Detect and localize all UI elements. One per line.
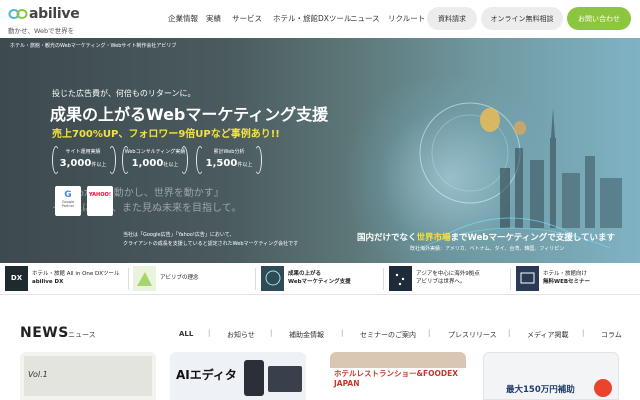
hero-global-countries: 既社海外実績：アメリカ、ベトナム、タイ、台湾、韓国、フィリピン bbox=[410, 246, 565, 252]
stat-web-consulting: Webコンサルティング実績 1,000社以上 bbox=[124, 148, 186, 169]
feature-text: 成果の上がる Webマーケティング支援 bbox=[288, 271, 351, 285]
hero-title: 成果の上がるWebマーケティング支援 bbox=[50, 105, 329, 124]
laurel-icon bbox=[108, 146, 116, 174]
hero-lead: 投じた広告費が、何倍ものリターンに。 bbox=[52, 89, 196, 98]
filter-divider: | bbox=[208, 329, 211, 337]
seminar-thumb-icon bbox=[516, 266, 539, 291]
stat-value: 1,500件以上 bbox=[205, 158, 253, 169]
filter-notice[interactable]: お知らせ bbox=[227, 330, 255, 340]
feature-text: アビリブの理念 bbox=[160, 275, 199, 281]
google-partner-badge: G Google Partner bbox=[55, 186, 81, 216]
feature-divider bbox=[383, 268, 384, 290]
filter-divider: | bbox=[270, 329, 273, 337]
google-g-icon: G bbox=[64, 190, 72, 200]
badge-icon bbox=[594, 379, 612, 397]
feature-divider bbox=[255, 268, 256, 290]
filter-all[interactable]: ALL bbox=[179, 330, 193, 338]
filter-divider: | bbox=[508, 329, 511, 337]
news-subheading: ニュース bbox=[68, 331, 96, 339]
feature-divider bbox=[128, 268, 129, 290]
phone-icon bbox=[244, 360, 264, 396]
hero-global-message: 国内だけでなく世界市場までWebマーケティングで支援しています bbox=[357, 233, 616, 243]
stat-value: 1,000社以上 bbox=[131, 158, 179, 169]
nav-news[interactable]: ニュース bbox=[350, 13, 380, 24]
web-marketing-thumb-icon bbox=[261, 266, 284, 291]
filter-seminar[interactable]: セミナーのご案内 bbox=[360, 330, 416, 340]
card-caption: ホテルレストランショー&FOODEX JAPAN bbox=[334, 369, 459, 388]
card-caption: 最大150万円補助 bbox=[506, 385, 575, 395]
filter-divider: | bbox=[428, 329, 431, 337]
filter-press[interactable]: プレスリリース bbox=[448, 330, 497, 340]
global-thumb-icon bbox=[389, 266, 412, 291]
stat-value: 3,000件以上 bbox=[59, 158, 107, 169]
news-heading: NEWS bbox=[20, 325, 69, 341]
filter-column[interactable]: コラム bbox=[601, 330, 622, 340]
philosophy-thumb-icon bbox=[133, 266, 156, 291]
nav-works[interactable]: 実績 bbox=[206, 13, 221, 24]
nav-dx-tool[interactable]: ホテル・旅館DXツール bbox=[273, 13, 351, 24]
infinity-logo-icon bbox=[8, 9, 28, 19]
contact-button[interactable]: お問い合わせ bbox=[567, 7, 631, 30]
breadcrumb: ホテル・旅館・観光のWebマーケティング・Webサイト制作会社アビリブ bbox=[10, 43, 177, 49]
logo-text: abilive bbox=[29, 6, 80, 22]
ad-certification-note: 当社は「Google広告」「Yahoo!広告」において、 クライアントの成長を支… bbox=[123, 232, 299, 247]
news-card[interactable]: Vol.1 bbox=[20, 352, 156, 400]
laurel-icon bbox=[180, 146, 188, 174]
news-card[interactable]: AIエディタ bbox=[170, 352, 306, 400]
filter-divider: | bbox=[341, 329, 344, 337]
feature-text: ホテル・旅館 All in One DXツール abilive DX bbox=[32, 271, 120, 285]
stat-site-ops: サイト運用実績 3,000件以上 bbox=[52, 148, 114, 169]
hero-banner: ホテル・旅館・観光のWebマーケティング・Webサイト制作会社アビリブ 投じた広… bbox=[0, 38, 640, 263]
feature-text: ホテル・旅館向け 無料WEBセミナー bbox=[543, 271, 591, 285]
online-consult-button[interactable]: オンライン無料相談 bbox=[481, 7, 563, 30]
stat-label: 累計Web分析 bbox=[213, 149, 245, 155]
card-thumbnail bbox=[330, 352, 466, 368]
stat-web-analysis: 累計Web分析 1,500件以上 bbox=[198, 148, 260, 169]
filter-divider: | bbox=[582, 329, 585, 337]
filter-media[interactable]: メディア掲載 bbox=[527, 330, 569, 340]
dx-thumb-icon: DX bbox=[5, 266, 28, 291]
news-card[interactable]: ホテルレストランショー&FOODEX JAPAN bbox=[330, 352, 466, 400]
filter-subsidy[interactable]: 補助金情報 bbox=[289, 330, 324, 340]
feature-divider bbox=[510, 268, 511, 290]
nav-company[interactable]: 企業情報 bbox=[168, 13, 198, 24]
tablet-icon bbox=[268, 366, 302, 392]
stat-label: サイト運用実績 bbox=[65, 149, 101, 155]
stat-label: Webコンサルティング実績 bbox=[124, 149, 186, 155]
site-header: abilive 動かせ、Webで世界を 企業情報 実績 サービス ホテル・旅館D… bbox=[0, 0, 640, 38]
feature-bar: DX ホテル・旅館 All in One DXツール abilive DX アビ… bbox=[0, 263, 640, 295]
card-caption: AIエディタ bbox=[176, 368, 237, 382]
feature-text: アジアを中心に海外9拠点 アビリブは世界へ。 bbox=[416, 271, 480, 285]
docs-request-button[interactable]: 資料請求 bbox=[427, 7, 477, 30]
logo-tagline: 動かせ、Webで世界を bbox=[8, 27, 75, 35]
laurel-icon bbox=[254, 146, 262, 174]
nav-services[interactable]: サービス bbox=[232, 13, 262, 24]
yahoo-badge: YAHOO! bbox=[87, 186, 113, 216]
card-caption: Vol.1 bbox=[28, 370, 48, 379]
hero-subtitle: 売上700%UP、フォロワー9倍UPなど事例あり!! bbox=[52, 129, 280, 140]
nav-recruit[interactable]: リクルート bbox=[388, 13, 425, 24]
news-card[interactable]: 最大150万円補助 bbox=[483, 352, 619, 400]
